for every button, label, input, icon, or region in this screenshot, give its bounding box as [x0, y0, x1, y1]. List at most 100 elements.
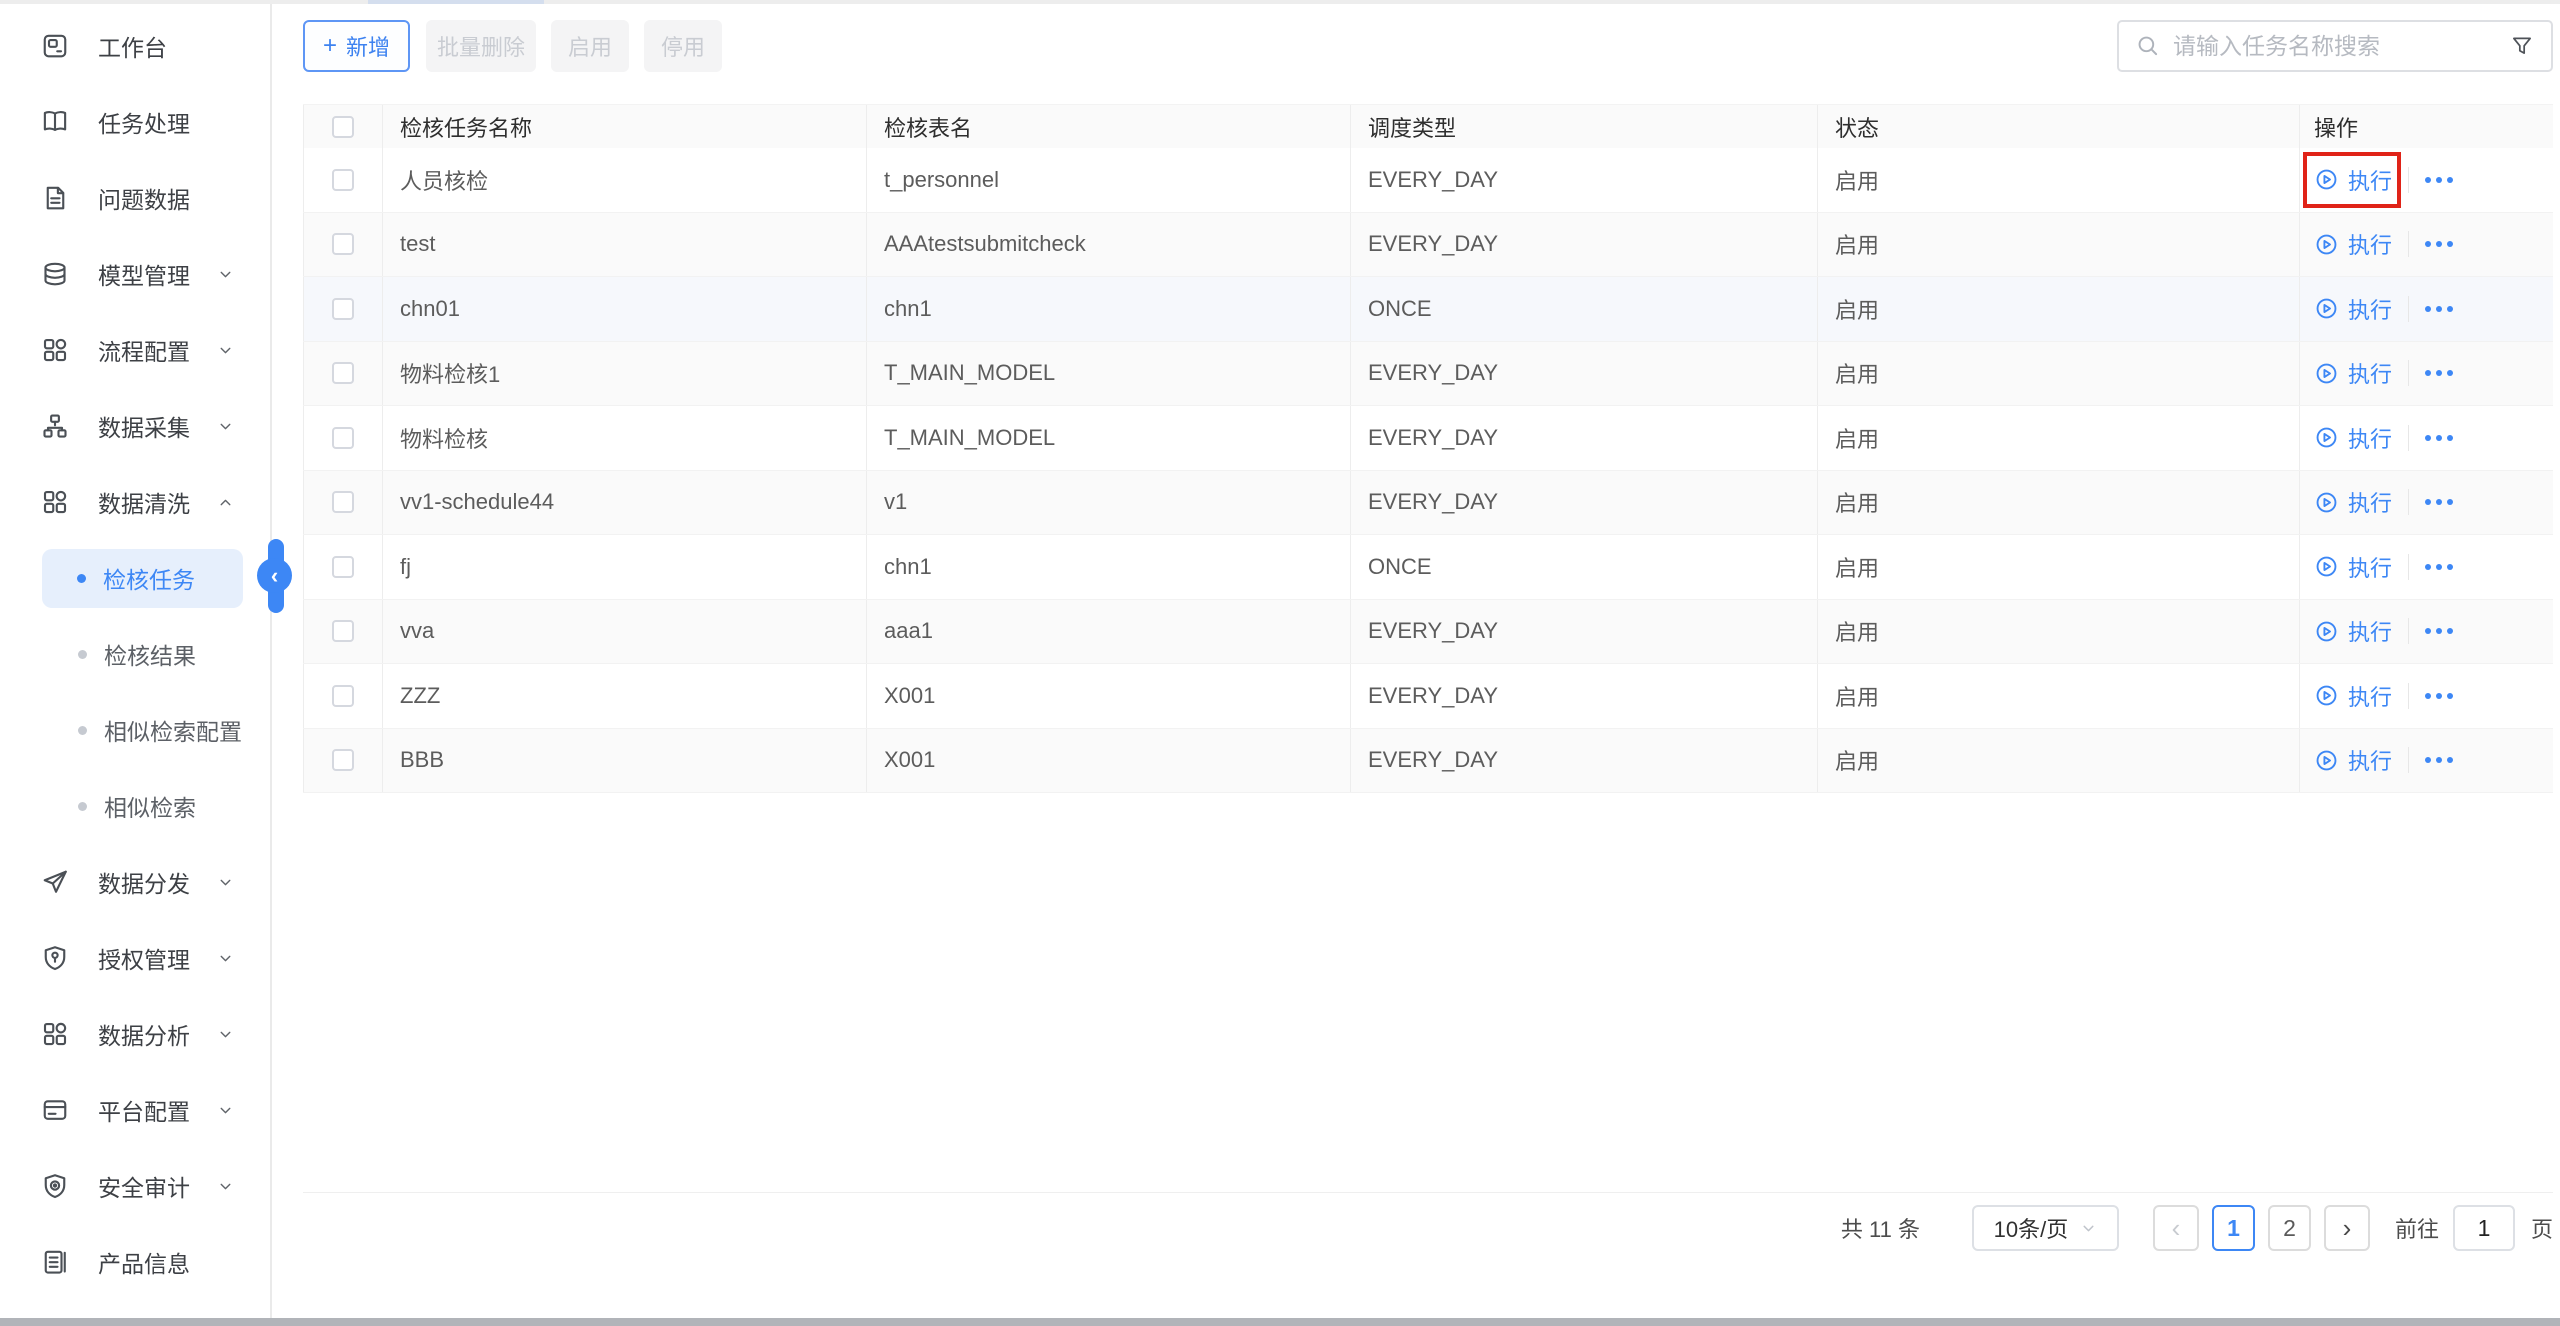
page-size-select[interactable]: 10条/页 [1972, 1205, 2119, 1251]
sidebar-item-data-analysis[interactable]: 数据分析 [0, 996, 270, 1072]
execute-button[interactable]: 执行 [2314, 551, 2392, 583]
execute-button[interactable]: 执行 [2314, 164, 2392, 196]
page-size-value: 10条/页 [1994, 1212, 2069, 1244]
more-actions-button[interactable] [2425, 564, 2453, 570]
toolbar: + 新增 批量删除 启用 停用 [303, 20, 737, 72]
execute-button-label: 执行 [2348, 293, 2392, 325]
schedule-type-cell: EVERY_DAY [1351, 148, 1818, 212]
more-actions-button[interactable] [2425, 241, 2453, 247]
more-actions-button[interactable] [2425, 693, 2453, 699]
table-name-cell: T_MAIN_MODEL [867, 406, 1351, 470]
plus-icon: + [323, 32, 337, 60]
execute-button[interactable]: 执行 [2314, 486, 2392, 518]
sidebar-item-product-info[interactable]: 产品信息 [0, 1224, 270, 1300]
sidebar-collapse-handle[interactable]: ‹ [257, 539, 293, 613]
select-all-checkbox[interactable] [332, 116, 354, 138]
status-cell: 启用 [1818, 406, 2300, 470]
table-row[interactable]: vva aaa1 EVERY_DAY 启用 执行 [303, 600, 2553, 665]
chevron-down-icon [217, 950, 234, 967]
action-divider [2408, 489, 2409, 515]
execute-button[interactable]: 执行 [2314, 228, 2392, 260]
more-actions-button[interactable] [2425, 370, 2453, 376]
more-actions-button[interactable] [2425, 177, 2453, 183]
goto-page-input[interactable] [2453, 1205, 2515, 1251]
task-name-cell: BBB [383, 729, 867, 793]
sidebar-item-model-management[interactable]: 模型管理 [0, 236, 270, 312]
next-page-button[interactable]: › [2324, 1205, 2370, 1251]
batch-delete-button[interactable]: 批量删除 [426, 20, 536, 72]
sidebar-item-authorization[interactable]: 授权管理 [0, 920, 270, 996]
sidebar-item-platform-config[interactable]: 平台配置 [0, 1072, 270, 1148]
bullet-dot-icon [77, 574, 86, 583]
chevron-down-icon [217, 1026, 234, 1043]
sidebar-item-process-config[interactable]: 流程配置 [0, 312, 270, 388]
table-row[interactable]: chn01 chn1 ONCE 启用 执行 [303, 277, 2553, 342]
more-actions-button[interactable] [2425, 499, 2453, 505]
schedule-type-cell: ONCE [1351, 277, 1818, 341]
table-row[interactable]: fj chn1 ONCE 启用 执行 [303, 535, 2553, 600]
more-actions-button[interactable] [2425, 306, 2453, 312]
sidebar-subitem-similar-search[interactable]: 相似检索 [0, 768, 270, 844]
search-input[interactable] [2173, 33, 2497, 60]
sidebar-item-task-processing[interactable]: 任务处理 [0, 84, 270, 160]
horizontal-scrollbar-thumb[interactable] [0, 1318, 2560, 1326]
sidebar-item-label: 平台配置 [98, 1093, 190, 1127]
sidebar-item-label: 产品信息 [98, 1245, 190, 1279]
sidebar: 工作台 任务处理 问题数据 模型管理 流程配置 [0, 4, 272, 1318]
row-checkbox[interactable] [332, 749, 354, 771]
add-button[interactable]: + 新增 [303, 20, 410, 72]
row-checkbox[interactable] [332, 556, 354, 578]
sidebar-item-data-distribution[interactable]: 数据分发 [0, 844, 270, 920]
sidebar-item-data-collection[interactable]: 数据采集 [0, 388, 270, 464]
chevron-up-icon [217, 494, 234, 511]
table-name-cell: X001 [867, 664, 1351, 728]
execute-button[interactable]: 执行 [2314, 357, 2392, 389]
table-row[interactable]: ZZZ X001 EVERY_DAY 启用 执行 [303, 664, 2553, 729]
row-checkbox[interactable] [332, 620, 354, 642]
execute-button[interactable]: 执行 [2314, 680, 2392, 712]
sidebar-item-security-audit[interactable]: 安全审计 [0, 1148, 270, 1224]
paper-plane-icon [40, 867, 70, 897]
table-row[interactable]: 物料检核 T_MAIN_MODEL EVERY_DAY 启用 执行 [303, 406, 2553, 471]
row-checkbox[interactable] [332, 685, 354, 707]
table-row[interactable]: 人员核检 t_personnel EVERY_DAY 启用 执行 [303, 148, 2553, 213]
sidebar-item-problem-data[interactable]: 问题数据 [0, 160, 270, 236]
row-checkbox[interactable] [332, 362, 354, 384]
row-checkbox[interactable] [332, 233, 354, 255]
sidebar-subitem-check-result[interactable]: 检核结果 [0, 616, 270, 692]
execute-button[interactable]: 执行 [2314, 293, 2392, 325]
row-checkbox[interactable] [332, 491, 354, 513]
table-name-cell: T_MAIN_MODEL [867, 342, 1351, 406]
page-button-2[interactable]: 2 [2268, 1205, 2311, 1251]
disable-button[interactable]: 停用 [644, 20, 722, 72]
action-divider [2408, 618, 2409, 644]
row-checkbox[interactable] [332, 427, 354, 449]
execute-button[interactable]: 执行 [2314, 422, 2392, 454]
sidebar-subitem-check-task[interactable]: 检核任务 [0, 540, 270, 616]
task-name-cell: fj [383, 535, 867, 599]
sidebar-subitem-similar-search-config[interactable]: 相似检索配置 [0, 692, 270, 768]
column-header-status: 状态 [1818, 105, 2300, 148]
goto-label: 前往 [2395, 1212, 2439, 1244]
more-actions-button[interactable] [2425, 757, 2453, 763]
sidebar-item-data-cleaning[interactable]: 数据清洗 [0, 464, 270, 540]
more-actions-button[interactable] [2425, 628, 2453, 634]
total-count-label: 共 11 条 [1841, 1212, 1920, 1244]
sidebar-item-workbench[interactable]: 工作台 [0, 8, 270, 84]
execute-button[interactable]: 执行 [2314, 615, 2392, 647]
table-row[interactable]: 物料检核1 T_MAIN_MODEL EVERY_DAY 启用 执行 [303, 342, 2553, 407]
prev-page-button[interactable]: ‹ [2153, 1205, 2199, 1251]
row-checkbox[interactable] [332, 298, 354, 320]
table-row[interactable]: test AAAtestsubmitcheck EVERY_DAY 启用 执行 [303, 213, 2553, 278]
task-name-cell: ZZZ [383, 664, 867, 728]
database-icon [40, 259, 70, 289]
table-row[interactable]: vv1-schedule44 v1 EVERY_DAY 启用 执行 [303, 471, 2553, 536]
enable-button[interactable]: 启用 [551, 20, 629, 72]
column-header-actions: 操作 [2300, 105, 2553, 148]
table-row[interactable]: BBB X001 EVERY_DAY 启用 执行 [303, 729, 2553, 794]
execute-button[interactable]: 执行 [2314, 744, 2392, 776]
page-button-1[interactable]: 1 [2212, 1205, 2255, 1251]
row-checkbox[interactable] [332, 169, 354, 191]
filter-funnel-icon[interactable] [2509, 33, 2535, 59]
more-actions-button[interactable] [2425, 435, 2453, 441]
